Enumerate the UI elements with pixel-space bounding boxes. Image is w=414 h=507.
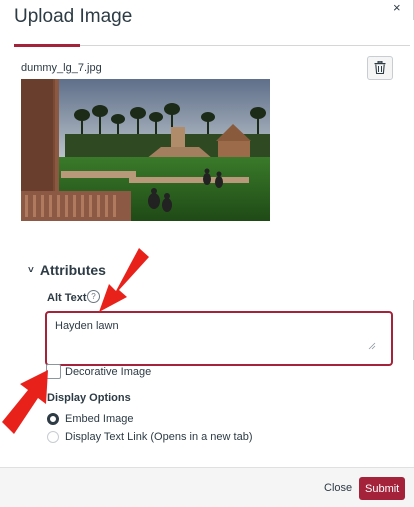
chevron-down-icon: ˅ [28,265,34,276]
close-button[interactable]: Close [318,478,358,498]
alt-text-field[interactable]: Hayden lawn [45,311,393,366]
alt-text-label: Alt Text [47,292,87,304]
active-tab-indicator [14,44,80,47]
file-name: dummy_lg_7.jpg [21,62,102,74]
close-icon[interactable]: × [393,0,401,15]
annotation-arrow [99,248,149,312]
modal-title: Upload Image [14,6,133,27]
delete-image-button[interactable] [367,56,393,80]
upload-image-modal: Upload Image × dummy_lg_7.jpg ˅ Attribut… [0,0,414,507]
embed-image-label: Embed Image [65,413,134,425]
submit-button[interactable]: Submit [359,477,405,500]
display-options-label: Display Options [47,392,131,404]
display-text-link-label: Display Text Link (Opens in a new tab) [65,431,253,443]
annotation-arrow [2,370,48,434]
decorative-image-label: Decorative Image [65,366,152,378]
trash-icon [374,61,386,74]
resize-handle-icon[interactable] [368,342,376,350]
image-preview [21,79,270,221]
